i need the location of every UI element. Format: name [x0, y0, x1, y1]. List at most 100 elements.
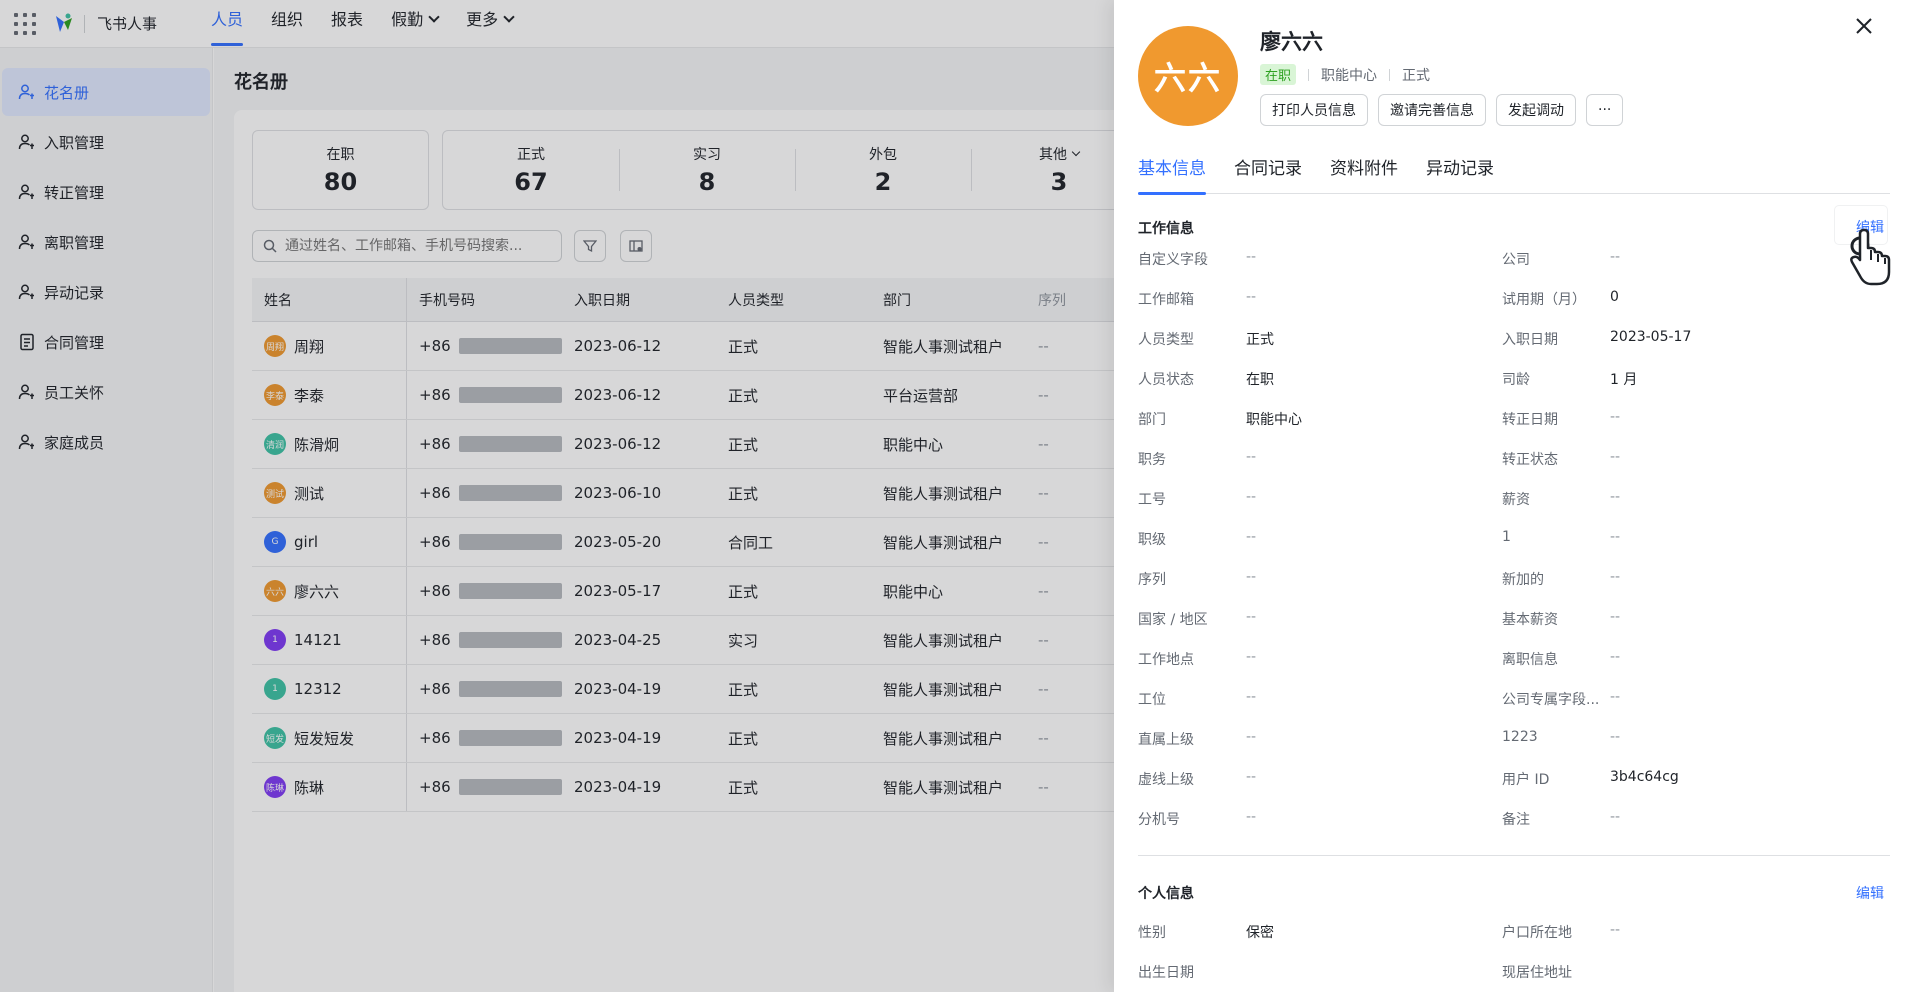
- field-value: 保密: [1246, 925, 1274, 941]
- field-value: --: [1610, 689, 1621, 705]
- field-label: 虚线上级: [1138, 772, 1194, 788]
- hand-cursor-icon: [1850, 228, 1891, 286]
- field-value: [1610, 962, 1866, 992]
- employee-detail-drawer: 六六 廖六六 在职 职能中心 正式 打印人员信息 邀请完善信息 发起调动 ··· 基本…: [1114, 0, 1912, 992]
- field-value: --: [1246, 569, 1257, 585]
- invite-complete-button[interactable]: 邀请完善信息: [1378, 94, 1486, 126]
- field-value: --: [1246, 729, 1257, 745]
- field-label: 转正状态: [1502, 452, 1558, 468]
- action-bar: 打印人员信息 邀请完善信息 发起调动 ···: [1260, 94, 1633, 126]
- field-row: 工作邮箱 -- 试用期（月） 0: [1138, 289, 1898, 329]
- field-row: 工号 -- 薪资 --: [1138, 489, 1898, 529]
- employee-dept: 职能中心: [1321, 67, 1378, 84]
- field-row: 职务 -- 转正状态 --: [1138, 449, 1898, 489]
- field-row: 国家 / 地区 -- 基本薪资 --: [1138, 609, 1898, 649]
- field-label: 工位: [1138, 692, 1166, 708]
- field-value: 在职: [1246, 372, 1274, 388]
- field-value: --: [1610, 489, 1621, 505]
- field-value: --: [1246, 289, 1257, 305]
- field-label: 部门: [1138, 412, 1166, 428]
- detail-tab-2[interactable]: 资料附件: [1330, 154, 1398, 194]
- employee-meta: 在职 职能中心 正式: [1260, 64, 1430, 85]
- field-label: 备注: [1502, 812, 1530, 828]
- field-label: 公司专属字段...: [1502, 692, 1600, 708]
- field-label: 试用期（月）: [1502, 292, 1586, 308]
- field-value: 正式: [1246, 332, 1274, 348]
- field-row: 自定义字段 -- 公司 --: [1138, 249, 1898, 289]
- employee-avatar: 六六: [1138, 26, 1238, 126]
- field-label: 司龄: [1502, 372, 1530, 388]
- more-actions-button[interactable]: ···: [1586, 94, 1624, 126]
- field-label: 1: [1502, 529, 1511, 545]
- field-row: 分机号 -- 备注 --: [1138, 809, 1898, 849]
- status-badge: 在职: [1260, 64, 1297, 85]
- field-value: --: [1610, 649, 1621, 665]
- field-row: 出生日期 现居住地址: [1138, 962, 1898, 992]
- modal-mask[interactable]: [0, 0, 1114, 992]
- section-divider: [1138, 855, 1890, 856]
- employee-name: 廖六六: [1260, 30, 1323, 54]
- field-value: --: [1610, 809, 1621, 825]
- field-value: --: [1246, 809, 1257, 825]
- field-value: --: [1246, 489, 1257, 505]
- field-row: 性别 保密 户口所在地 --: [1138, 922, 1898, 962]
- field-row: 职级 -- 1 --: [1138, 529, 1898, 569]
- field-label: 入职日期: [1502, 332, 1558, 348]
- detail-tab-0[interactable]: 基本信息: [1138, 154, 1206, 195]
- field-value: --: [1246, 449, 1257, 465]
- field-label: 国家 / 地区: [1138, 612, 1208, 628]
- field-label: 工号: [1138, 492, 1166, 508]
- work-info-fields: 自定义字段 -- 公司 -- 工作邮箱 -- 试用期（月） 0 人员类型 正式 入职日期 2023-0…: [1138, 249, 1898, 849]
- field-label: 工作邮箱: [1138, 292, 1194, 308]
- field-label: 薪资: [1502, 492, 1530, 508]
- field-value: [1246, 962, 1502, 992]
- field-row: 工位 -- 公司专属字段... --: [1138, 689, 1898, 729]
- field-label: 离职信息: [1502, 652, 1558, 668]
- field-value: --: [1610, 249, 1621, 265]
- field-label: 职务: [1138, 452, 1166, 468]
- field-value: 0: [1610, 289, 1619, 305]
- field-value: --: [1610, 529, 1621, 545]
- close-icon[interactable]: [1852, 14, 1876, 38]
- edit-personal-info-link[interactable]: 编辑: [1856, 883, 1884, 903]
- field-row: 虚线上级 -- 用户 ID 3b4c64cg: [1138, 769, 1898, 809]
- field-value: --: [1610, 729, 1621, 745]
- field-value: --: [1246, 649, 1257, 665]
- field-value: 职能中心: [1246, 412, 1302, 428]
- separator: [1308, 68, 1310, 81]
- field-value: 2023-05-17: [1610, 329, 1692, 345]
- field-label: 户口所在地: [1502, 925, 1572, 941]
- field-value: --: [1246, 769, 1257, 785]
- field-label: 基本薪资: [1502, 612, 1558, 628]
- field-label: 分机号: [1138, 812, 1180, 828]
- field-value: --: [1610, 409, 1621, 425]
- field-label: 人员类型: [1138, 332, 1194, 348]
- field-label: 出生日期: [1138, 965, 1194, 981]
- separator: [1389, 68, 1391, 81]
- field-row: 工作地点 -- 离职信息 --: [1138, 649, 1898, 689]
- personal-info-fields: 性别 保密 户口所在地 -- 出生日期 现居住地址: [1138, 922, 1898, 992]
- field-label: 用户 ID: [1502, 772, 1550, 788]
- field-row: 人员类型 正式 入职日期 2023-05-17: [1138, 329, 1898, 369]
- field-value: --: [1610, 609, 1621, 625]
- field-label: 自定义字段: [1138, 252, 1208, 268]
- initiate-transfer-button[interactable]: 发起调动: [1496, 94, 1576, 126]
- detail-tab-1[interactable]: 合同记录: [1234, 154, 1302, 194]
- field-label: 人员状态: [1138, 372, 1194, 388]
- detail-tabs: 基本信息 合同记录 资料附件 异动记录: [1138, 154, 1890, 195]
- work-info-title: 工作信息: [1138, 221, 1194, 237]
- field-label: 现居住地址: [1502, 965, 1572, 981]
- detail-tab-3[interactable]: 异动记录: [1426, 154, 1494, 194]
- field-label: 新加的: [1502, 572, 1544, 588]
- field-label: 职级: [1138, 532, 1166, 548]
- field-row: 人员状态 在职 司龄 1 月: [1138, 369, 1898, 409]
- field-value: --: [1246, 689, 1257, 705]
- field-label: 序列: [1138, 572, 1166, 588]
- print-info-button[interactable]: 打印人员信息: [1260, 94, 1368, 126]
- field-label: 转正日期: [1502, 412, 1558, 428]
- personal-info-title: 个人信息: [1138, 886, 1194, 902]
- field-label: 公司: [1502, 252, 1530, 268]
- field-row: 序列 -- 新加的 --: [1138, 569, 1898, 609]
- field-value: --: [1246, 609, 1257, 625]
- field-label: 性别: [1138, 925, 1166, 941]
